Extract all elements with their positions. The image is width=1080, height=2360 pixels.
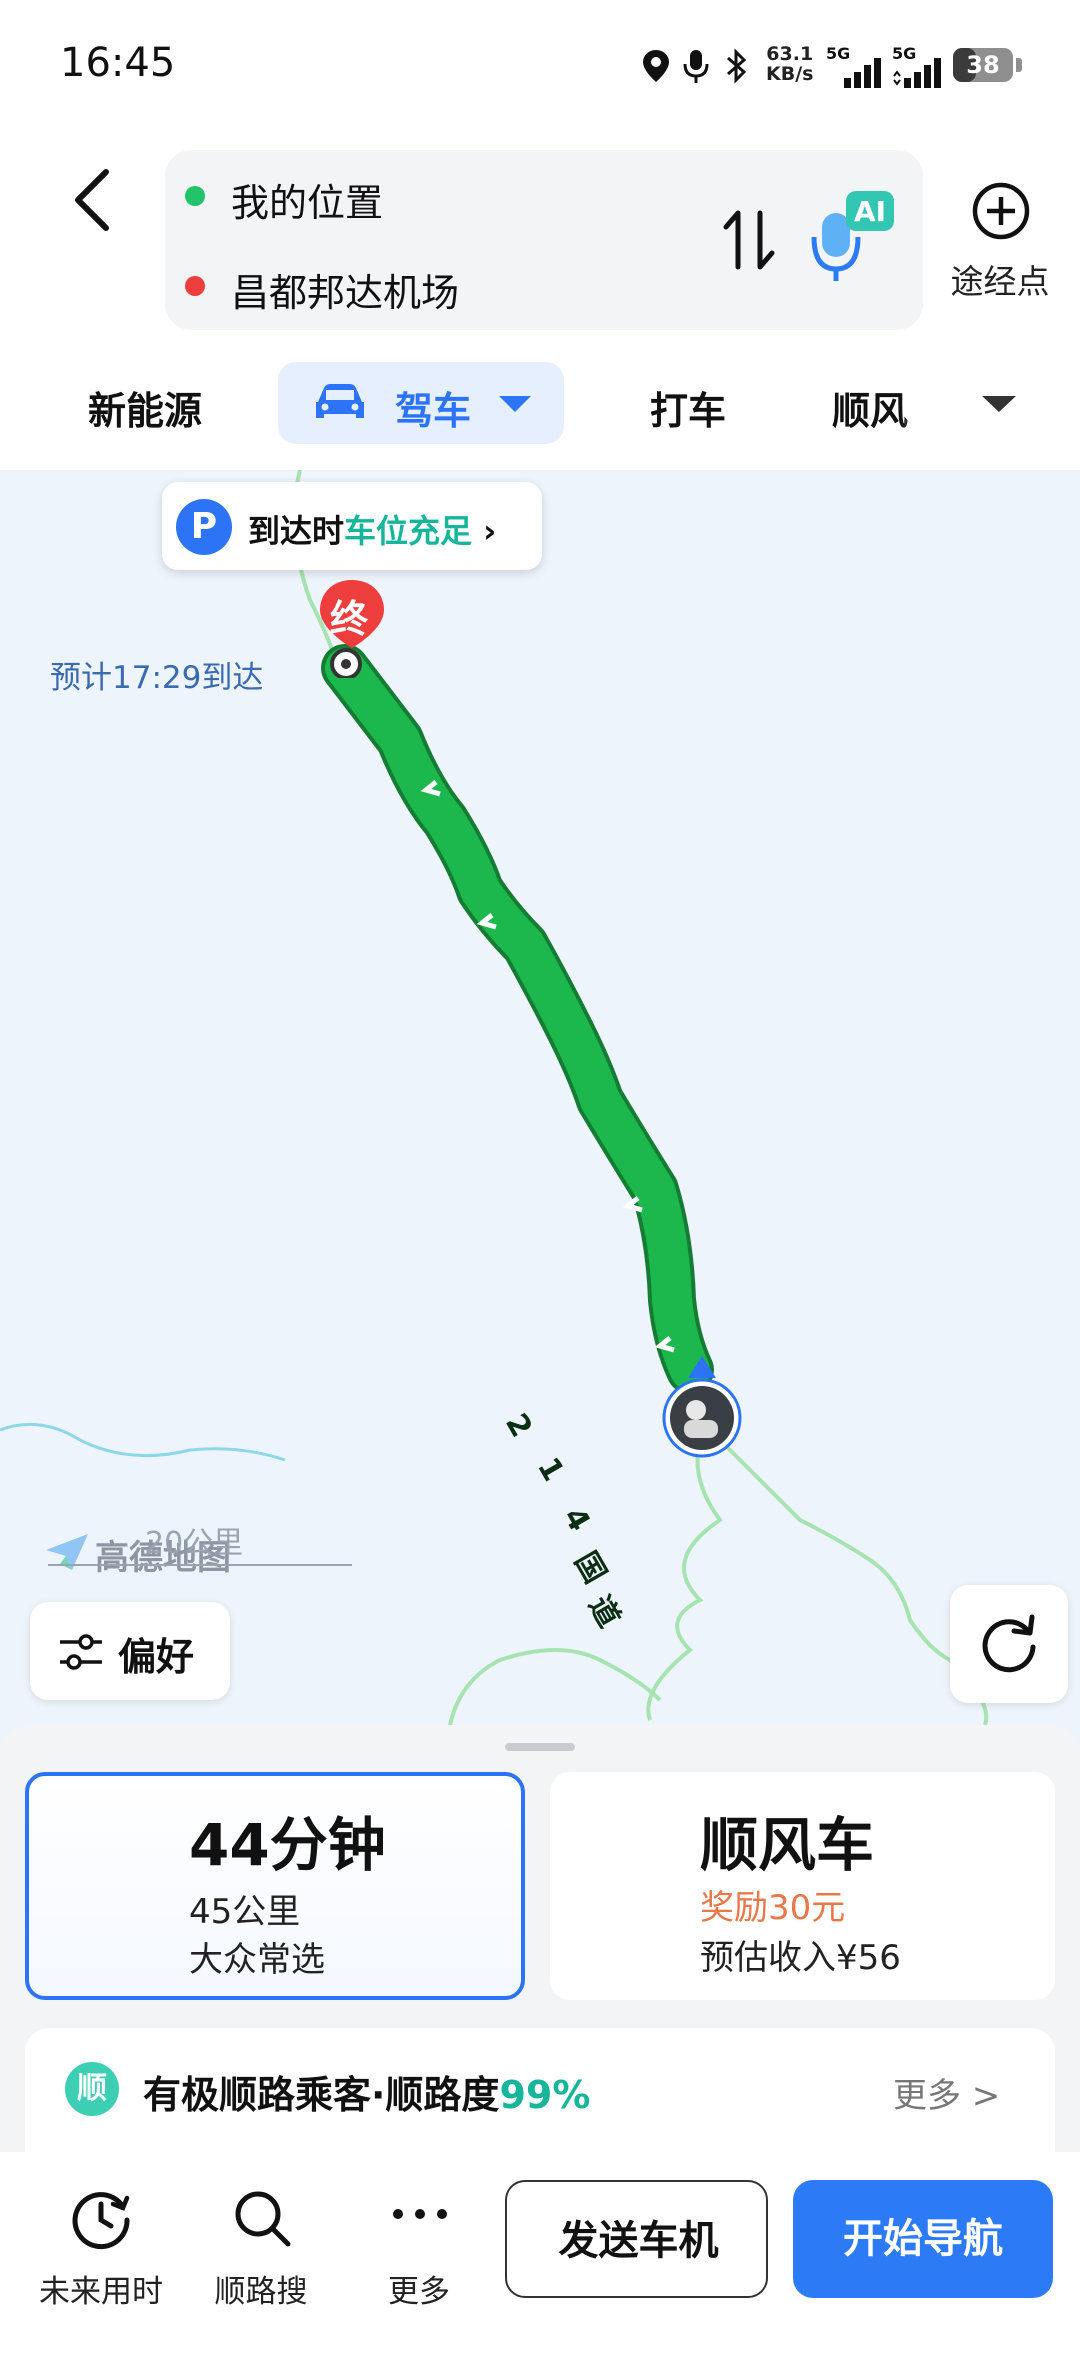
map-scale-label: 20公里 — [145, 1526, 244, 1561]
battery-cap — [1016, 58, 1022, 72]
rideshare-income: 预估收入¥56 — [700, 1938, 901, 1978]
hint-more-link[interactable]: 更多 > — [893, 2068, 1000, 2117]
parking-info-chip[interactable]: P 到达时车位充足 › — [162, 482, 542, 570]
rideshare-hint-text: 有极顺路乘客·顺路度99% — [143, 2073, 591, 2117]
car-icon — [316, 384, 364, 418]
amap-logo-icon — [46, 1534, 88, 1570]
map-scale-bar — [48, 1564, 352, 1566]
more-button[interactable]: 更多 — [344, 2180, 494, 2310]
network-speed: 63.1 KB/s — [766, 43, 814, 85]
destination-dot — [185, 276, 205, 296]
more-modes-dropdown-icon[interactable] — [980, 392, 1018, 416]
origin-dot — [185, 186, 205, 206]
ai-voice-button[interactable]: AI — [810, 185, 900, 285]
send-to-car-button[interactable]: 发送车机 — [505, 2180, 768, 2298]
microphone-icon — [683, 50, 709, 83]
rideshare-title: 顺风车 — [700, 1811, 875, 1879]
more-label: 更多 — [388, 2274, 450, 2310]
rideshare-hint-bar[interactable]: 顺 有极顺路乘客·顺路度99% 更多 > — [25, 2028, 1055, 2158]
parking-label: 到达时车位充足 › — [248, 512, 497, 550]
signal-1-icon — [844, 58, 881, 88]
destination-marker-label: 终 — [330, 597, 369, 641]
parking-icon: P — [176, 499, 232, 555]
battery-icon: 38 — [953, 48, 1013, 82]
future-time-label: 未来用时 — [39, 2274, 163, 2310]
tab-fade — [900, 365, 960, 445]
start-navigation-label: 开始导航 — [843, 2216, 1003, 2262]
drive-dropdown-icon[interactable] — [497, 392, 533, 416]
swap-route-button[interactable] — [720, 205, 780, 275]
preference-label: 偏好 — [118, 1635, 195, 1679]
sheet-drag-handle[interactable] — [505, 1743, 575, 1751]
battery-percent: 38 — [966, 51, 1000, 79]
drive-distance: 45公里 — [189, 1892, 301, 1932]
origin-field[interactable]: 我的位置 — [231, 172, 383, 227]
eta-label: 预计17:29到达 — [50, 660, 264, 696]
waypoint-button[interactable]: 途经点 — [940, 255, 1060, 303]
tab-new-energy[interactable]: 新能源 — [88, 380, 202, 435]
rideshare-badge-icon: 顺 — [65, 2062, 119, 2116]
rideshare-reward: 奖励30元 — [700, 1888, 846, 1928]
settings-sliders-icon — [60, 1634, 102, 1670]
clock-icon — [72, 2192, 130, 2250]
signal-2-icon — [893, 58, 941, 88]
more-dots-icon — [393, 2209, 447, 2219]
route-card-rideshare[interactable]: 顺风车 奖励30元 预估收入¥56 — [550, 1772, 1055, 2000]
tab-taxi[interactable]: 打车 — [650, 380, 726, 435]
start-navigation-button[interactable]: 开始导航 — [793, 2180, 1053, 2298]
preference-button[interactable]: 偏好 — [30, 1602, 230, 1700]
send-to-car-label: 发送车机 — [558, 2218, 719, 2264]
ai-badge: AI — [854, 195, 887, 228]
drive-duration: 44分钟 — [189, 1811, 386, 1879]
back-button[interactable] — [60, 160, 120, 240]
tab-drive-label: 驾车 — [395, 389, 472, 433]
destination-field[interactable]: 昌都邦达机场 — [231, 262, 459, 317]
future-time-button[interactable]: 未来用时 — [26, 2180, 176, 2310]
refresh-icon — [982, 1614, 1036, 1673]
search-along-label: 顺路搜 — [214, 2274, 308, 2310]
location-icon — [643, 50, 669, 82]
search-icon — [235, 2191, 291, 2247]
search-along-button[interactable]: 顺路搜 — [186, 2180, 336, 2310]
bluetooth-icon — [727, 48, 747, 84]
add-waypoint-icon[interactable] — [970, 180, 1032, 242]
refresh-button[interactable] — [950, 1585, 1068, 1703]
drive-tag: 大众常选 — [189, 1940, 325, 1980]
current-location-marker-icon — [662, 1356, 742, 1458]
status-time: 16:45 — [60, 40, 176, 86]
route-card-drive[interactable]: 44分钟 45公里 大众常选 — [25, 1772, 525, 2000]
